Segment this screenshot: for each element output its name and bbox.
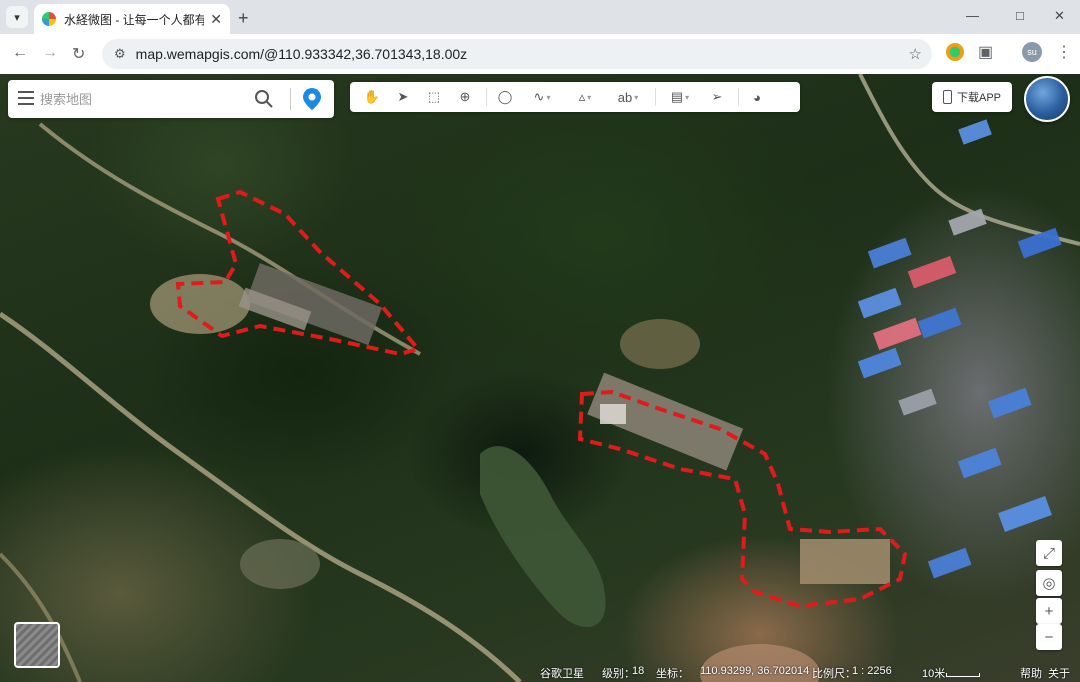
tab-title: 水経微图 - 让每一个人都有自己 xyxy=(64,12,205,27)
location-pin-icon[interactable] xyxy=(302,87,322,111)
phone-icon xyxy=(942,90,952,104)
close-window-icon[interactable]: ✕ xyxy=(1054,8,1065,24)
pan-hand-icon[interactable]: ✋ xyxy=(358,86,386,108)
polygon-icon[interactable]: ▵ ▾ xyxy=(565,86,605,108)
zoom-area-icon[interactable]: ⊕ xyxy=(451,86,479,108)
select-arrow-icon[interactable]: ➤ xyxy=(389,86,417,108)
reload-icon[interactable]: ↻ xyxy=(72,44,85,64)
box-select-icon[interactable]: ⬚ xyxy=(420,86,448,108)
locate-me-icon[interactable]: ◎ xyxy=(1036,570,1062,596)
bookmark-star-icon[interactable]: ☆ xyxy=(909,45,922,63)
extension-icon[interactable] xyxy=(946,43,964,61)
zoom-level-label: 级别： xyxy=(602,668,635,680)
map-status-bar: 谷歌卫星 级别： 18 坐标： 110.93299, 36.702014 比例尺… xyxy=(0,662,1080,682)
imagery-source: 谷歌卫星 xyxy=(540,668,584,680)
search-icon[interactable] xyxy=(254,89,274,109)
extensions-puzzle-icon[interactable]: ▣ xyxy=(978,42,993,62)
fullscreen-icon[interactable]: ⤢ xyxy=(1036,540,1062,566)
back-icon[interactable]: ← xyxy=(12,44,28,62)
map-imagery-overlay xyxy=(0,74,1080,682)
scale-label: 比例尺： xyxy=(812,668,856,680)
search-divider xyxy=(290,88,291,110)
coordinate-value: 110.93299, 36.702014 xyxy=(700,665,810,677)
minimize-icon[interactable]: — xyxy=(966,8,979,23)
favicon-icon xyxy=(42,12,56,26)
scale-bar-label: 10米 xyxy=(922,668,946,680)
tab-strip: ▾ 水経微图 - 让每一个人都有自己 ✕ + — □ ✕ xyxy=(0,0,1080,34)
scale-value: 1 : 2256 xyxy=(852,665,892,677)
address-bar[interactable]: ⚙ map.wemapgis.com/@110.933342,36.701343… xyxy=(102,39,932,69)
map-toolbar: ✋ ➤ ⬚ ⊕ ◯ ∿ ▾ ▵ ▾ ab ▾ ▤ ▾ ➢ ◕ xyxy=(350,82,800,112)
new-tab-icon[interactable]: + xyxy=(238,8,249,29)
menu-kebab-icon[interactable]: ⋮ xyxy=(1056,42,1072,62)
globe-view-icon[interactable] xyxy=(1024,76,1070,122)
download-app-label: 下载APP xyxy=(956,92,1001,104)
text-label-icon[interactable]: ab ▾ xyxy=(608,86,648,108)
map-search-input[interactable] xyxy=(40,88,240,110)
marker-icon[interactable]: ◯ xyxy=(491,86,519,108)
url-text: map.wemapgis.com/@110.933342,36.701343,1… xyxy=(135,46,468,62)
zoom-level-value: 18 xyxy=(632,665,645,677)
maximize-icon[interactable]: □ xyxy=(1016,8,1024,23)
forward-icon[interactable]: → xyxy=(42,44,58,62)
download-app-button[interactable]: 下载APP xyxy=(932,82,1012,112)
profile-avatar[interactable]: su xyxy=(1022,42,1042,62)
polyline-icon[interactable]: ∿ ▾ xyxy=(522,86,562,108)
scale-bar xyxy=(946,673,980,677)
about-link[interactable]: 关于 xyxy=(1048,665,1070,681)
zoom-out-button[interactable]: − xyxy=(1036,624,1062,650)
satellite-map[interactable]: ✋ ➤ ⬚ ⊕ ◯ ∿▾ ▵▾ ab▾ ▤▾ ➢ ◕ 下载APP ⤢ ◎ + −… xyxy=(0,74,1080,682)
site-info-icon[interactable]: ⚙ xyxy=(114,46,126,62)
map-search-box xyxy=(8,80,334,118)
browser-tab[interactable]: 水経微图 - 让每一个人都有自己 ✕ xyxy=(34,4,230,34)
pointer-settings-icon[interactable]: ➢ xyxy=(703,86,731,108)
web-globe-icon[interactable]: ◕ xyxy=(743,86,771,108)
close-tab-icon[interactable]: ✕ xyxy=(210,11,222,28)
menu-hamburger-icon[interactable] xyxy=(18,91,34,105)
measure-ruler-icon[interactable]: ▤ ▾ xyxy=(660,86,700,108)
nav-bar: ← → ↻ ⚙ map.wemapgis.com/@110.933342,36.… xyxy=(0,34,1080,74)
tab-search-dropdown[interactable]: ▾ xyxy=(6,6,28,28)
zoom-in-button[interactable]: + xyxy=(1036,598,1062,624)
browser-chrome: ▾ 水経微图 - 让每一个人都有自己 ✕ + — □ ✕ ← → ↻ ⚙ map… xyxy=(0,0,1080,74)
help-link[interactable]: 帮助 xyxy=(1020,665,1042,681)
coordinate-label: 坐标： xyxy=(656,668,689,680)
